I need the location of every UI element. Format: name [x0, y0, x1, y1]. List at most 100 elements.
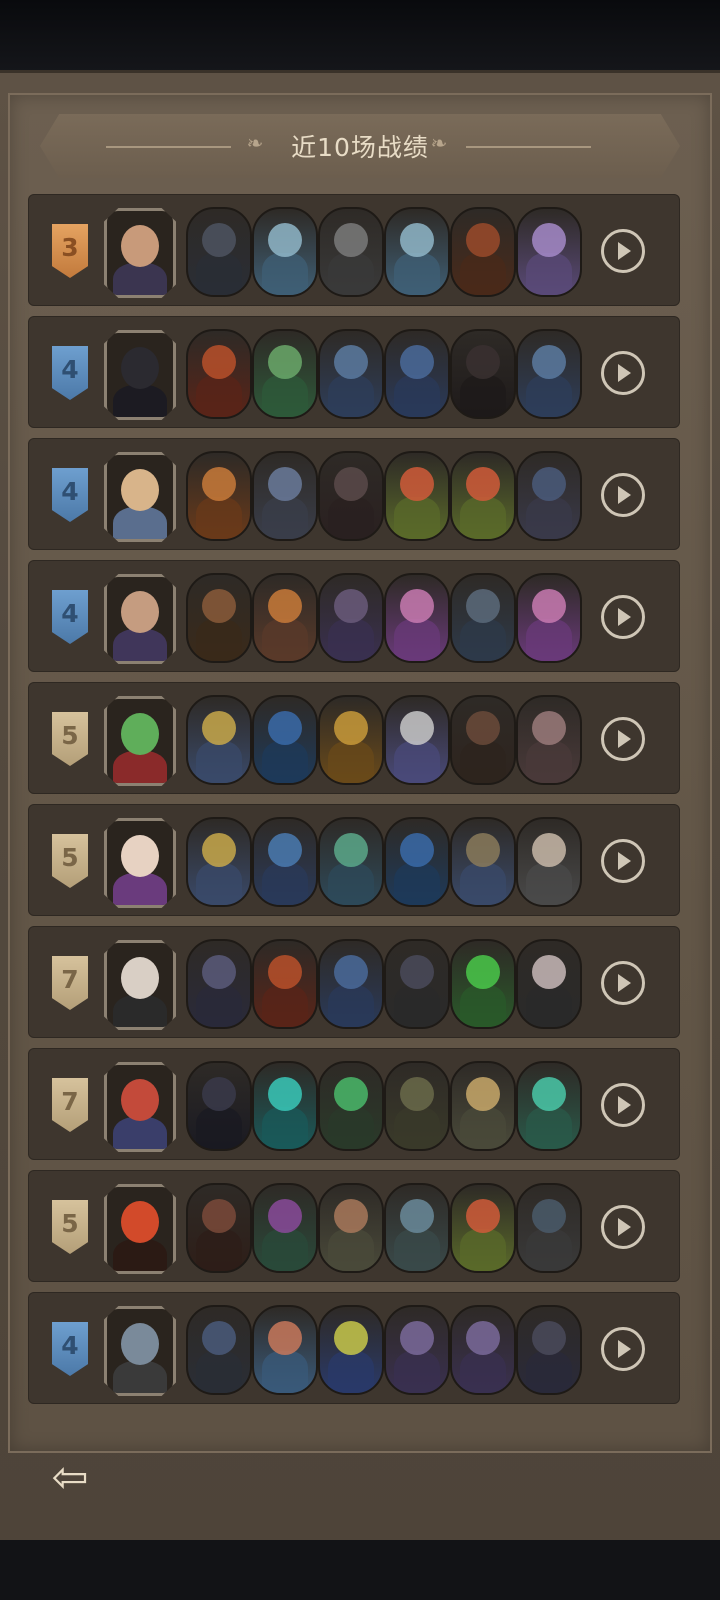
unit-card [252, 817, 318, 907]
placement-rank-badge: 7 [52, 1078, 88, 1132]
match-row: 4 [28, 316, 680, 428]
unit-card [450, 329, 516, 419]
unit-card [318, 695, 384, 785]
lineup-units [186, 1183, 586, 1273]
lineup-units [186, 329, 586, 419]
unit-card [186, 817, 252, 907]
unit-card [384, 329, 450, 419]
status-bar-area [0, 0, 720, 72]
hero-portrait [104, 818, 176, 908]
unit-card [384, 939, 450, 1029]
unit-card [186, 1305, 252, 1395]
placement-rank-badge: 4 [52, 590, 88, 644]
unit-card [318, 207, 384, 297]
unit-card [450, 573, 516, 663]
unit-card [450, 939, 516, 1029]
unit-card [450, 1183, 516, 1273]
placement-rank-badge: 3 [52, 224, 88, 278]
unit-card [318, 573, 384, 663]
unit-card [252, 1305, 318, 1395]
match-row: 5 [28, 682, 680, 794]
unit-card [252, 695, 318, 785]
unit-card [384, 451, 450, 541]
hero-portrait [104, 1184, 176, 1274]
match-row: 7 [28, 926, 680, 1038]
match-row: 5 [28, 804, 680, 916]
unit-card [450, 1061, 516, 1151]
unit-card [186, 451, 252, 541]
match-row: 3 [28, 194, 680, 306]
unit-card [252, 207, 318, 297]
unit-card [450, 695, 516, 785]
lineup-units [186, 1305, 586, 1395]
replay-play-button[interactable] [601, 839, 645, 883]
lineup-units [186, 207, 586, 297]
match-row: 4 [28, 1292, 680, 1404]
hero-portrait [104, 1306, 176, 1396]
match-row: 4 [28, 438, 680, 550]
unit-card [252, 939, 318, 1029]
replay-play-button[interactable] [601, 1205, 645, 1249]
page-title: 近10场战绩 [291, 133, 429, 162]
unit-card [186, 207, 252, 297]
lineup-units [186, 451, 586, 541]
lineup-units [186, 939, 586, 1029]
match-row: 5 [28, 1170, 680, 1282]
unit-card [384, 573, 450, 663]
unit-card [516, 695, 582, 785]
back-arrow-icon[interactable]: ⇦ [46, 1454, 94, 1502]
unit-card [384, 695, 450, 785]
placement-rank-badge: 4 [52, 468, 88, 522]
hero-portrait [104, 1062, 176, 1152]
unit-card [450, 451, 516, 541]
unit-card [186, 939, 252, 1029]
unit-card [318, 329, 384, 419]
hero-portrait [104, 330, 176, 420]
unit-card [516, 329, 582, 419]
navigation-bar-area [0, 1540, 720, 1600]
match-row: 4 [28, 560, 680, 672]
placement-rank-badge: 4 [52, 346, 88, 400]
replay-play-button[interactable] [601, 717, 645, 761]
hero-portrait [104, 452, 176, 542]
placement-rank-badge: 7 [52, 956, 88, 1010]
unit-card [384, 1183, 450, 1273]
unit-card [516, 207, 582, 297]
unit-card [516, 1183, 582, 1273]
replay-play-button[interactable] [601, 595, 645, 639]
replay-play-button[interactable] [601, 229, 645, 273]
unit-card [318, 1305, 384, 1395]
hero-portrait [104, 208, 176, 298]
unit-card [516, 1305, 582, 1395]
unit-card [516, 939, 582, 1029]
unit-card [318, 939, 384, 1029]
unit-card [384, 1061, 450, 1151]
unit-card [516, 1061, 582, 1151]
placement-rank-badge: 5 [52, 834, 88, 888]
replay-play-button[interactable] [601, 1327, 645, 1371]
unit-card [450, 207, 516, 297]
replay-play-button[interactable] [601, 473, 645, 517]
unit-card [384, 817, 450, 907]
unit-card [516, 573, 582, 663]
lineup-units [186, 1061, 586, 1151]
lineup-units [186, 817, 586, 907]
placement-rank-badge: 4 [52, 1322, 88, 1376]
unit-card [384, 207, 450, 297]
unit-card [252, 329, 318, 419]
unit-card [516, 451, 582, 541]
replay-play-button[interactable] [601, 961, 645, 1005]
unit-card [252, 451, 318, 541]
placement-rank-badge: 5 [52, 1200, 88, 1254]
placement-rank-badge: 5 [52, 712, 88, 766]
unit-card [186, 329, 252, 419]
replay-play-button[interactable] [601, 351, 645, 395]
unit-card [186, 573, 252, 663]
unit-card [186, 1061, 252, 1151]
unit-card [186, 1183, 252, 1273]
lineup-units [186, 695, 586, 785]
match-row: 7 [28, 1048, 680, 1160]
unit-card [318, 1061, 384, 1151]
hero-portrait [104, 574, 176, 664]
replay-play-button[interactable] [601, 1083, 645, 1127]
